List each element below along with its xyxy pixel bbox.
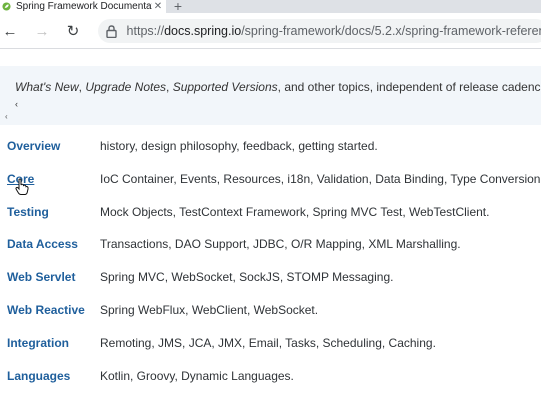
- module-description: Remoting, JMS, JCA, JMX, Email, Tasks, S…: [100, 336, 436, 350]
- module-row-testing: Testing Mock Objects, TestContext Framew…: [0, 203, 541, 223]
- module-description: Transactions, DAO Support, JDBC, O/R Map…: [100, 237, 461, 251]
- hand-cursor-icon: [15, 178, 29, 195]
- notice-tail: , and other topics, independent of relea…: [277, 80, 541, 94]
- url-scheme: https://: [126, 24, 165, 38]
- module-description: Spring MVC, WebSocket, SockJS, STOMP Mes…: [100, 270, 394, 284]
- page-content: What's New, Upgrade Notes, Supported Ver…: [0, 50, 541, 409]
- module-row-integration: Integration Remoting, JMS, JCA, JMX, Ema…: [0, 334, 541, 354]
- module-row-languages: Languages Kotlin, Groovy, Dynamic Langua…: [0, 367, 541, 387]
- module-description: IoC Container, Events, Resources, i18n, …: [100, 172, 541, 186]
- url-path: /spring-framework/docs/5.2.x/spring-fram…: [241, 24, 541, 38]
- module-description: Spring WebFlux, WebClient, WebSocket.: [100, 303, 319, 317]
- module-row-core: Core IoC Container, Events, Resources, i…: [0, 170, 541, 190]
- tab-title: Spring Framework Documentatio: [16, 1, 152, 12]
- module-description: Mock Objects, TestContext Framework, Spr…: [100, 205, 490, 219]
- notice-text: What's New, Upgrade Notes, Supported Ver…: [15, 80, 541, 94]
- tab-close-icon[interactable]: ✕: [152, 1, 164, 12]
- module-row-web-servlet: Web Servlet Spring MVC, WebSocket, SockJ…: [0, 268, 541, 288]
- module-description: history, design philosophy, feedback, ge…: [100, 139, 378, 153]
- module-link-languages[interactable]: Languages: [7, 369, 70, 383]
- lock-icon[interactable]: [105, 24, 119, 38]
- module-link-web-servlet[interactable]: Web Servlet: [7, 270, 75, 284]
- browser-tab[interactable]: Spring Framework Documentatio ✕: [0, 0, 166, 13]
- notice-item[interactable]: What's New: [15, 80, 79, 94]
- collapse-toggle[interactable]: ‹: [15, 99, 18, 109]
- module-link-data-access[interactable]: Data Access: [7, 237, 78, 251]
- url-host: docs.spring.io: [164, 24, 242, 38]
- module-description: Kotlin, Groovy, Dynamic Languages.: [100, 369, 294, 383]
- module-link-overview[interactable]: Overview: [7, 139, 60, 153]
- browser-toolbar: ← → ↻ https://docs.spring.io/spring-fram…: [0, 13, 541, 49]
- url-text[interactable]: https://docs.spring.io/spring-framework/…: [127, 24, 541, 38]
- collapse-indicator[interactable]: ‹: [5, 112, 8, 121]
- module-row-overview: Overview history, design philosophy, fee…: [0, 137, 541, 157]
- module-row-data-access: Data Access Transactions, DAO Support, J…: [0, 235, 541, 255]
- module-link-testing[interactable]: Testing: [7, 205, 49, 219]
- module-link-web-reactive[interactable]: Web Reactive: [7, 303, 85, 317]
- module-link-integration[interactable]: Integration: [7, 336, 69, 350]
- notice-item[interactable]: Supported Versions: [173, 80, 278, 94]
- notice-item[interactable]: Upgrade Notes: [85, 80, 166, 94]
- address-bar[interactable]: https://docs.spring.io/spring-framework/…: [98, 19, 541, 43]
- new-tab-button[interactable]: +: [171, 0, 185, 13]
- forward-button[interactable]: →: [32, 21, 52, 41]
- spring-leaf-icon: [2, 2, 11, 11]
- reload-button[interactable]: ↻: [63, 21, 83, 41]
- tab-strip: Spring Framework Documentatio ✕ +: [0, 0, 541, 13]
- module-row-web-reactive: Web Reactive Spring WebFlux, WebClient, …: [0, 301, 541, 321]
- overview-notice: What's New, Upgrade Notes, Supported Ver…: [0, 66, 541, 125]
- back-button[interactable]: ←: [0, 21, 20, 41]
